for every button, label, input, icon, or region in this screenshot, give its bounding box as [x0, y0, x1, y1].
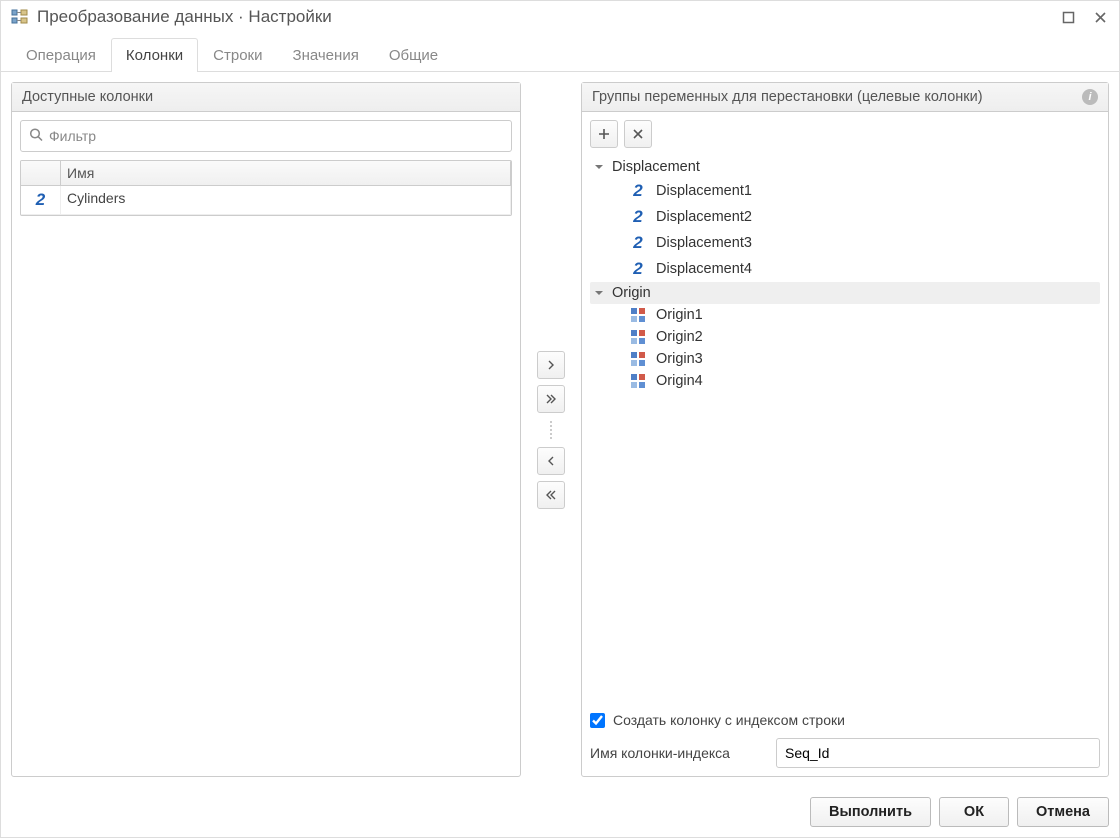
tree-item-label: Origin3 [656, 351, 703, 367]
tree-item-label: Displacement2 [656, 209, 752, 225]
filter-input[interactable] [20, 120, 512, 152]
tree-item[interactable]: 2 Displacement1 [590, 178, 1100, 204]
column-name: Cylinders [61, 186, 511, 214]
transfer-bar [521, 82, 581, 777]
group-label: Origin [612, 285, 651, 301]
tree-item-label: Origin2 [656, 329, 703, 345]
groups-tree: Displacement 2 Displacement1 2 Displacemen… [590, 156, 1100, 700]
tree-item[interactable]: Origin2 [590, 326, 1100, 348]
target-groups-header: Группы переменных для перестановки (целе… [582, 83, 1108, 112]
dialog-footer: Выполнить ОК Отмена [1, 787, 1119, 837]
available-columns-panel: Доступные колонки Имя [11, 82, 521, 777]
categorical-icon [628, 307, 648, 323]
numeric-icon: 2 [21, 186, 61, 214]
categorical-icon [628, 373, 648, 389]
tree-group-origin: Origin Origin1 Origin2 Origin3 Origin4 [590, 282, 1100, 392]
groups-toolbar [590, 120, 1100, 148]
close-button[interactable] [1091, 8, 1109, 26]
add-group-button[interactable] [590, 120, 618, 148]
tree-item[interactable]: Origin3 [590, 348, 1100, 370]
tab-general[interactable]: Общие [374, 38, 453, 72]
cancel-button[interactable]: Отмена [1017, 797, 1109, 827]
index-name-input[interactable] [776, 738, 1100, 768]
tree-group-displacement: Displacement 2 Displacement1 2 Displacemen… [590, 156, 1100, 282]
move-all-right-button[interactable] [537, 385, 565, 413]
tree-item-label: Displacement4 [656, 261, 752, 277]
available-columns-title: Доступные колонки [22, 89, 153, 105]
target-groups-title: Группы переменных для перестановки (целе… [592, 89, 983, 105]
grid-header: Имя [21, 161, 511, 186]
index-name-label: Имя колонки-индекса [590, 745, 766, 761]
create-index-label: Создать колонку с индексом строки [613, 712, 845, 728]
group-header[interactable]: Origin [590, 282, 1100, 304]
available-columns-grid: Имя 2 Cylinders [20, 160, 512, 216]
tree-item[interactable]: 2 Displacement4 [590, 256, 1100, 282]
target-groups-body: Displacement 2 Displacement1 2 Displacemen… [582, 112, 1108, 708]
available-columns-body: Имя 2 Cylinders [12, 112, 520, 776]
move-right-button[interactable] [537, 351, 565, 379]
ok-button[interactable]: ОК [939, 797, 1009, 827]
group-header[interactable]: Displacement [590, 156, 1100, 178]
numeric-icon: 2 [628, 207, 648, 227]
move-left-button[interactable] [537, 447, 565, 475]
tree-item-label: Displacement3 [656, 235, 752, 251]
grid-header-name[interactable]: Имя [61, 161, 511, 185]
tree-item-label: Origin1 [656, 307, 703, 323]
title-bar: Преобразование данных · Настройки [1, 1, 1119, 31]
app-icon [11, 8, 29, 26]
table-row[interactable]: 2 Cylinders [21, 186, 511, 215]
tree-item[interactable]: 2 Displacement2 [590, 204, 1100, 230]
numeric-icon: 2 [628, 233, 648, 253]
grid-header-icon [21, 161, 61, 185]
tree-item-label: Displacement1 [656, 183, 752, 199]
remove-group-button[interactable] [624, 120, 652, 148]
drag-handle-icon [548, 421, 554, 439]
numeric-icon: 2 [628, 259, 648, 279]
tab-rows[interactable]: Строки [198, 38, 277, 72]
info-icon[interactable]: i [1082, 89, 1098, 105]
run-button[interactable]: Выполнить [810, 797, 931, 827]
tree-item-label: Origin4 [656, 373, 703, 389]
tab-operation[interactable]: Операция [11, 38, 111, 72]
group-label: Displacement [612, 159, 700, 175]
categorical-icon [628, 329, 648, 345]
tree-item[interactable]: Origin4 [590, 370, 1100, 392]
columns-layout: Доступные колонки Имя [11, 82, 1109, 777]
available-columns-header: Доступные колонки [12, 83, 520, 112]
dialog-window: Преобразование данных · Настройки Операц… [0, 0, 1120, 838]
target-groups-footer: Создать колонку с индексом строки Имя ко… [582, 708, 1108, 776]
move-all-left-button[interactable] [537, 481, 565, 509]
tab-columns[interactable]: Колонки [111, 38, 198, 72]
tab-values[interactable]: Значения [278, 38, 374, 72]
tab-bar: Операция Колонки Строки Значения Общие [1, 37, 1119, 72]
window-title: Преобразование данных · Настройки [37, 7, 1045, 27]
create-index-checkbox[interactable] [590, 713, 605, 728]
maximize-button[interactable] [1059, 8, 1077, 26]
chevron-down-icon [594, 288, 606, 298]
tree-item[interactable]: 2 Displacement3 [590, 230, 1100, 256]
chevron-down-icon [594, 162, 606, 172]
target-groups-panel: Группы переменных для перестановки (целе… [581, 82, 1109, 777]
tree-item[interactable]: Origin1 [590, 304, 1100, 326]
content-area: Доступные колонки Имя [1, 72, 1119, 787]
categorical-icon [628, 351, 648, 367]
numeric-icon: 2 [628, 181, 648, 201]
